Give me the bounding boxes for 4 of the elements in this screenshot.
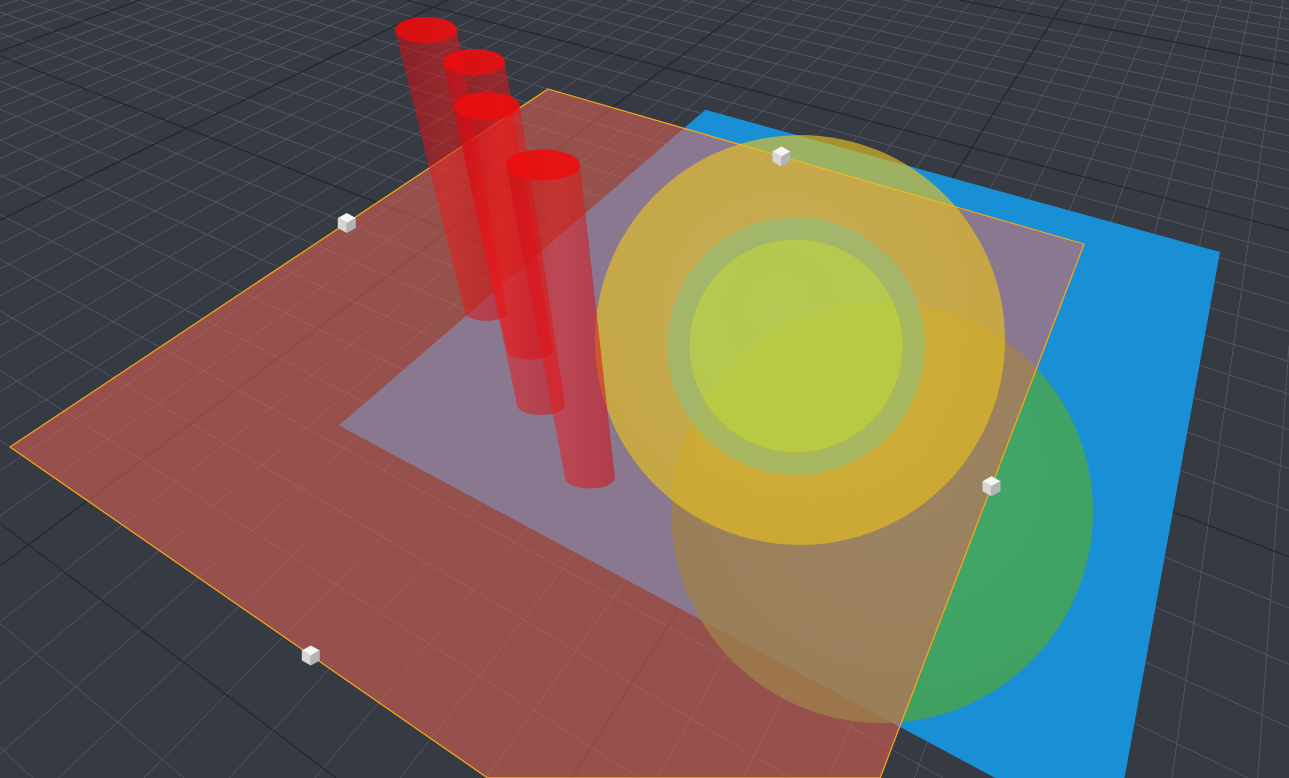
cube-handle-icon[interactable]	[301, 645, 320, 666]
cube-handle-icon[interactable]	[982, 476, 1001, 497]
cube-handle-icon[interactable]	[337, 212, 356, 233]
cube-handle-icon[interactable]	[772, 146, 791, 167]
